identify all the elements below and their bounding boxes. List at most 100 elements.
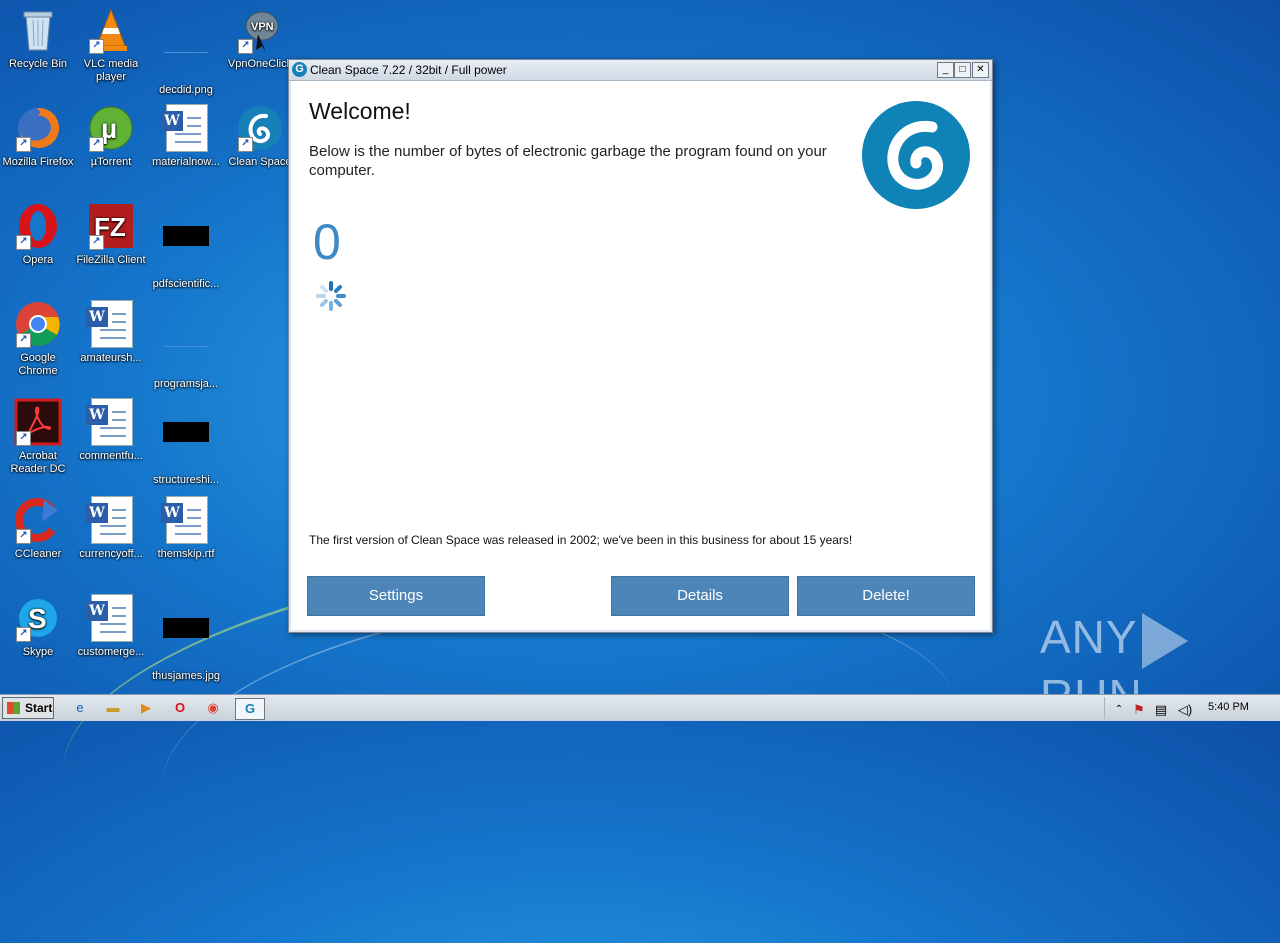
- shortcut-arrow-icon: ↗: [89, 137, 104, 152]
- watermark-left: ANY: [1040, 611, 1138, 663]
- desktop-icon-amateursh[interactable]: W amateursh...: [73, 300, 149, 365]
- desktop-icon-label: µTorrent: [90, 156, 132, 168]
- desktop-icon-decdid[interactable]: decdid.png: [148, 6, 224, 97]
- word-doc-icon: W: [86, 300, 135, 348]
- desktop-icon-utorrent[interactable]: µ ↗ µTorrent: [73, 104, 149, 169]
- show-hidden-icons-icon[interactable]: ⌃: [1109, 700, 1129, 720]
- desktop-icon-vpnoneclick[interactable]: VPN ↗ VpnOneClick: [222, 6, 298, 71]
- clean-space-logo-mark: [887, 121, 944, 190]
- desktop-icon-firefox[interactable]: ↗ Mozilla Firefox: [0, 104, 76, 169]
- window-title: Clean Space 7.22 / 32bit / Full power: [310, 63, 507, 77]
- utorrent-icon: µ ↗: [87, 104, 135, 152]
- shortcut-arrow-icon: ↗: [238, 137, 253, 152]
- desktop-icon-label: programsja...: [153, 378, 219, 390]
- word-doc-icon: W: [161, 496, 210, 544]
- delete-button[interactable]: Delete!: [797, 576, 975, 616]
- desktop-icon-pdfscientific[interactable]: pdfscientific...: [148, 202, 224, 291]
- start-label: Start: [25, 701, 53, 715]
- desktop-icon-customerge[interactable]: W customerge...: [73, 594, 149, 659]
- desktop-icon-clean-space[interactable]: ↗ Clean Space: [222, 104, 298, 169]
- desktop-icon-label: VpnOneClick: [227, 58, 293, 70]
- shortcut-arrow-icon: ↗: [16, 627, 31, 642]
- image-file-icon: [162, 618, 210, 666]
- maximize-button[interactable]: □: [954, 62, 971, 78]
- word-doc-icon: W: [86, 496, 135, 544]
- word-doc-icon: W: [86, 594, 135, 642]
- ccleaner-icon: ↗: [14, 496, 62, 544]
- shortcut-arrow-icon: ↗: [238, 39, 253, 54]
- play-icon: [1141, 612, 1188, 669]
- desktop-icon-acrobat[interactable]: ↗ Acrobat Reader DC: [0, 398, 76, 476]
- desktop-icon-opera[interactable]: ↗ Opera: [0, 202, 76, 267]
- desktop-icon-label: CCleaner: [14, 548, 62, 560]
- welcome-heading: Welcome!: [309, 98, 411, 124]
- desktop-icon-label: Acrobat Reader DC: [10, 450, 66, 475]
- desktop-icon-label: Opera: [22, 254, 54, 266]
- windows-flag-icon: [7, 702, 20, 714]
- network-icon[interactable]: ▤: [1151, 700, 1171, 720]
- details-button[interactable]: Details: [611, 576, 789, 616]
- desktop-icon-vlc[interactable]: ↗ VLC media player: [73, 6, 149, 84]
- volume-icon[interactable]: ◁): [1175, 700, 1195, 720]
- opera-icon: ↗: [14, 202, 62, 250]
- clean-space-window: G Clean Space 7.22 / 32bit / Full power …: [288, 59, 993, 633]
- desktop-icon-ccleaner[interactable]: ↗ CCleaner: [0, 496, 76, 561]
- desktop-icon-label: VLC media player: [83, 58, 139, 83]
- footer-note: The first version of Clean Space was rel…: [309, 533, 853, 547]
- file-icon: [162, 422, 210, 470]
- shortcut-arrow-icon: ↗: [16, 235, 31, 250]
- opera-taskbar-icon[interactable]: O: [170, 698, 190, 718]
- desktop-icon-chrome[interactable]: ↗ Google Chrome: [0, 300, 76, 378]
- system-tray: ⌃ ⚑ ▤ ◁): [1104, 697, 1192, 719]
- window-titlebar[interactable]: G Clean Space 7.22 / 32bit / Full power …: [289, 60, 992, 81]
- file-icon: [162, 226, 210, 274]
- desktop-icon-label: FileZilla Client: [76, 254, 146, 266]
- desktop-icon-label: currencyoff...: [79, 548, 143, 560]
- desktop-icon-programsja[interactable]: programsja...: [148, 300, 224, 391]
- chrome-icon: ↗: [14, 300, 62, 348]
- desktop-icon-filezilla[interactable]: FZ ↗ FileZilla Client: [73, 202, 149, 267]
- settings-button[interactable]: Settings: [307, 576, 485, 616]
- desktop-icon-skype[interactable]: S ↗ Skype: [0, 594, 76, 659]
- start-button[interactable]: Start: [2, 697, 54, 719]
- desktop-icon-themskip[interactable]: W themskip.rtf: [148, 496, 224, 561]
- desktop-icon-label: thusjames.jpg: [152, 670, 220, 682]
- action-center-icon[interactable]: ⚑: [1129, 700, 1149, 720]
- desktop-icon-label: Recycle Bin: [8, 58, 68, 70]
- desktop-icon-label: Google Chrome: [18, 352, 58, 377]
- clean-space-icon: G: [292, 62, 307, 77]
- internet-explorer-icon[interactable]: e: [70, 698, 90, 718]
- taskbar: Start e ▬ ▶ O ◉ G ⌃ ⚑ ▤ ◁) 5:40 PM: [0, 694, 1280, 721]
- clean-space-logo: [862, 101, 970, 209]
- desktop-icon-structureshi[interactable]: structureshi...: [148, 398, 224, 487]
- skype-icon: S ↗: [14, 594, 62, 642]
- shortcut-arrow-icon: ↗: [89, 39, 104, 54]
- desktop-icon-label: Clean Space: [228, 156, 292, 168]
- word-doc-icon: W: [161, 104, 210, 152]
- minimize-button[interactable]: _: [937, 62, 954, 78]
- shortcut-arrow-icon: ↗: [16, 333, 31, 348]
- acrobat-icon: ↗: [14, 398, 62, 446]
- word-doc-icon: W: [86, 398, 135, 446]
- vlc-icon: ↗: [87, 6, 135, 54]
- image-file-icon: [162, 32, 210, 80]
- shortcut-arrow-icon: ↗: [16, 529, 31, 544]
- desktop-icon-label: materialnow...: [152, 156, 220, 168]
- description-text: Below is the number of bytes of electron…: [309, 143, 827, 179]
- clean-space-taskbar-icon[interactable]: G: [235, 698, 265, 720]
- desktop-icon-recycle-bin[interactable]: Recycle Bin: [0, 6, 76, 71]
- shortcut-arrow-icon: ↗: [89, 235, 104, 250]
- desktop-icon-label: themskip.rtf: [157, 548, 215, 560]
- chrome-taskbar-icon[interactable]: ◉: [203, 698, 223, 718]
- desktop-icon-commentfu[interactable]: W commentfu...: [73, 398, 149, 463]
- desktop-icon-thusjames[interactable]: thusjames.jpg: [148, 594, 224, 683]
- svg-text:VPN: VPN: [251, 21, 274, 33]
- desktop-icon-label: pdfscientific...: [152, 278, 220, 290]
- vpn-icon: VPN ↗: [236, 6, 284, 54]
- desktop-icon-materialnow[interactable]: W materialnow...: [148, 104, 224, 169]
- clock[interactable]: 5:40 PM: [1208, 701, 1249, 713]
- explorer-folder-icon[interactable]: ▬: [103, 698, 123, 718]
- desktop-icon-currencyoff[interactable]: W currencyoff...: [73, 496, 149, 561]
- close-button[interactable]: ✕: [972, 62, 989, 78]
- media-player-icon[interactable]: ▶: [136, 698, 156, 718]
